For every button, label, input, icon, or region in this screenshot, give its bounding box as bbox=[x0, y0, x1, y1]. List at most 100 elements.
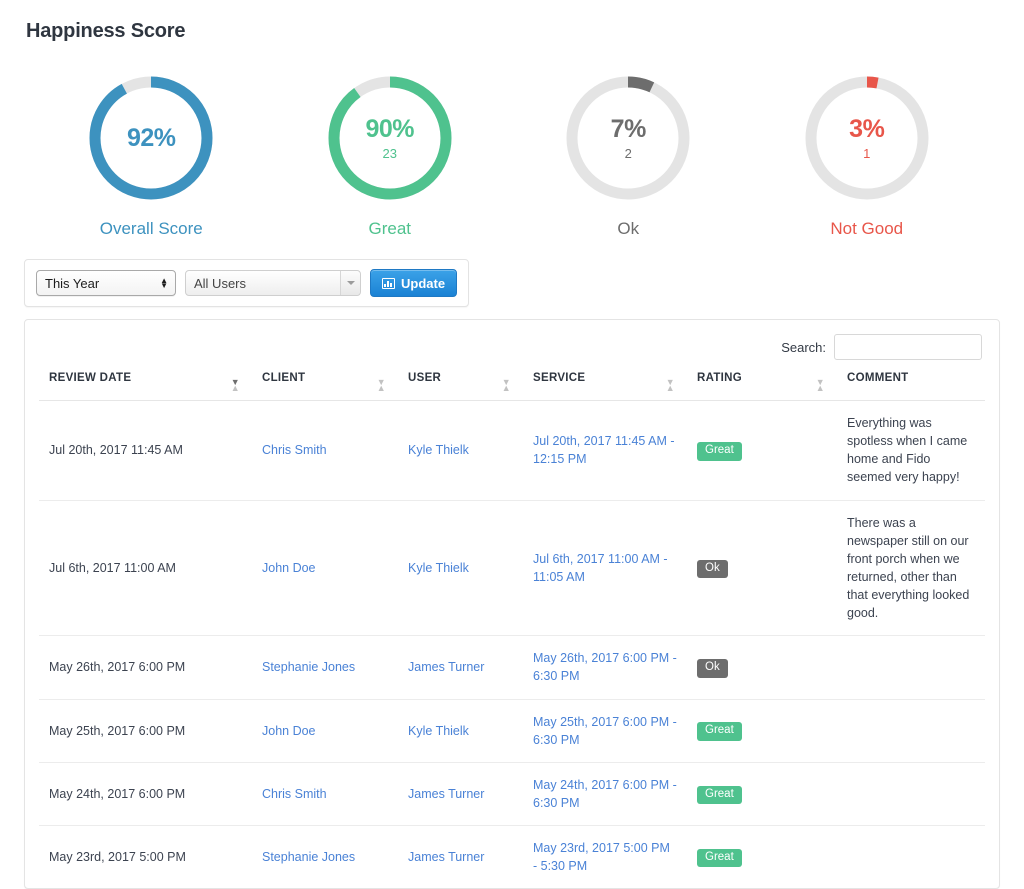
column-header-review-date[interactable]: Review Date ▼ ▲ bbox=[39, 372, 252, 401]
cell-service[interactable]: May 25th, 2017 6:00 PM - 6:30 PM bbox=[523, 699, 687, 763]
column-header-label: Client bbox=[262, 372, 306, 384]
cell-review-date: May 24th, 2017 6:00 PM bbox=[39, 762, 252, 827]
column-header-user[interactable]: User ▼ ▲ bbox=[398, 372, 523, 401]
donut-chart: 7% 2 bbox=[561, 71, 695, 205]
sort-indicator-icon: ▼ ▲ bbox=[376, 377, 386, 393]
donut-cell-ok: 7% 2 Ok bbox=[509, 71, 748, 239]
cell-comment: Everything was spotless when I came home… bbox=[837, 400, 985, 501]
sort-indicator-icon: ▼ ▲ bbox=[230, 377, 240, 393]
cell-service[interactable]: May 23rd, 2017 5:00 PM - 5:30 PM bbox=[523, 826, 687, 889]
bar-chart-icon bbox=[382, 277, 395, 289]
rating-badge: Ok bbox=[697, 559, 728, 579]
donut-percent: 90% bbox=[365, 114, 415, 143]
cell-client[interactable]: Chris Smith bbox=[252, 400, 398, 501]
reviews-table: Review Date ▼ ▲ Client ▼ ▲ User ▼ ▲ Service ▼ ▲ Rati… bbox=[39, 372, 985, 888]
search-label: Search: bbox=[781, 339, 826, 355]
column-header-label: User bbox=[408, 372, 442, 384]
updown-arrows-icon: ▲ ▼ bbox=[160, 276, 168, 290]
cell-user[interactable]: Kyle Thielk bbox=[398, 500, 523, 637]
table-row: May 24th, 2017 6:00 PM Chris Smith James T… bbox=[39, 762, 985, 827]
reviews-table-head: Review Date ▼ ▲ Client ▼ ▲ User ▼ ▲ Service ▼ ▲ Rati… bbox=[39, 372, 985, 401]
cell-rating: Ok bbox=[687, 500, 837, 637]
cell-service[interactable]: May 26th, 2017 6:00 PM - 6:30 PM bbox=[523, 635, 687, 700]
reviews-table-body: Jul 20th, 2017 11:45 AM Chris Smith Kyle T… bbox=[39, 400, 985, 889]
cell-review-date: May 26th, 2017 6:00 PM bbox=[39, 635, 252, 700]
cell-service[interactable]: May 24th, 2017 6:00 PM - 6:30 PM bbox=[523, 762, 687, 827]
cell-review-date: May 25th, 2017 6:00 PM bbox=[39, 699, 252, 763]
search-row: Search: bbox=[39, 334, 985, 360]
sort-indicator-icon: ▼ ▲ bbox=[815, 377, 825, 393]
donut-percent: 92% bbox=[126, 123, 176, 152]
donut-center: 3% 1 bbox=[800, 71, 934, 205]
donut-chart: 3% 1 bbox=[800, 71, 934, 205]
cell-client[interactable]: Stephanie Jones bbox=[252, 635, 398, 700]
table-row: May 25th, 2017 6:00 PM John Doe Kyle Thiel… bbox=[39, 699, 985, 763]
cell-user[interactable]: James Turner bbox=[398, 762, 523, 827]
donut-count: 23 bbox=[382, 145, 397, 161]
period-select[interactable]: This Year ▲ ▼ bbox=[36, 270, 176, 296]
cell-user[interactable]: Kyle Thielk bbox=[398, 699, 523, 763]
donut-percent: 7% bbox=[610, 114, 647, 143]
donut-label: Not Good bbox=[830, 219, 904, 238]
table-row: May 26th, 2017 6:00 PM Stephanie Jones Jam… bbox=[39, 635, 985, 700]
cell-user[interactable]: Kyle Thielk bbox=[398, 400, 523, 501]
rating-badge: Great bbox=[697, 785, 742, 805]
user-select-value: All Users bbox=[194, 275, 247, 291]
cell-comment bbox=[837, 635, 985, 700]
cell-review-date: May 23rd, 2017 5:00 PM bbox=[49, 850, 186, 865]
page-title: Happiness Score bbox=[26, 20, 186, 42]
cell-review-date: Jul 6th, 2017 11:00 AM bbox=[39, 500, 252, 637]
column-header-rating[interactable]: Rating ▼ ▲ bbox=[687, 372, 837, 401]
cell-service[interactable]: Jul 20th, 2017 11:45 AM - 12:15 PM bbox=[523, 400, 687, 501]
donut-center: 90% 23 bbox=[323, 71, 457, 205]
cell-user[interactable]: James Turner bbox=[398, 635, 523, 700]
donut-chart: 92% bbox=[84, 71, 218, 205]
update-button-label: Update bbox=[401, 275, 446, 291]
table-header-row: Review Date ▼ ▲ Client ▼ ▲ User ▼ ▲ Service ▼ ▲ Rati… bbox=[39, 372, 985, 401]
cell-comment bbox=[837, 699, 985, 763]
column-header-service[interactable]: Service ▼ ▲ bbox=[523, 372, 687, 401]
cell-client[interactable]: Chris Smith bbox=[252, 762, 398, 827]
donut-percent: 3% bbox=[849, 114, 885, 143]
cell-client[interactable]: John Doe bbox=[252, 500, 398, 637]
cell-rating: Ok bbox=[687, 635, 837, 700]
column-header-label: Service bbox=[533, 372, 586, 384]
donut-count: 2 bbox=[624, 145, 632, 161]
sort-indicator-icon: ▼ ▲ bbox=[665, 377, 675, 393]
column-header-label: Review Date bbox=[49, 372, 132, 384]
table-row: Jul 20th, 2017 11:45 AM Chris Smith Kyle T… bbox=[39, 400, 985, 501]
search-input[interactable] bbox=[834, 334, 982, 360]
filter-bar: This Year ▲ ▼ All Users Update bbox=[24, 259, 470, 307]
sort-indicator-icon: ▼ ▲ bbox=[501, 377, 511, 393]
donut-label: Great bbox=[368, 219, 412, 238]
column-header-label: Comment bbox=[847, 372, 909, 384]
cell-review-date: Jul 20th, 2017 11:45 AM bbox=[39, 400, 252, 501]
cell-rating: Great bbox=[687, 826, 837, 889]
happiness-donut-row: 92% Overall Score 90% 23 Great 7% 2 Ok 3% 1 Not Go… bbox=[24, 71, 1000, 239]
update-button[interactable]: Update bbox=[370, 269, 458, 297]
rating-badge: Great bbox=[697, 442, 742, 461]
donut-label: Ok bbox=[617, 219, 640, 238]
donut-cell-overall-score: 92% Overall Score bbox=[32, 71, 271, 239]
cell-rating: Great bbox=[687, 762, 837, 827]
table-row: Jul 6th, 2017 11:00 AM John Doe Kyle Thiel… bbox=[39, 500, 985, 637]
user-select[interactable]: All Users bbox=[185, 270, 361, 296]
cell-client[interactable]: Stephanie Jones bbox=[252, 826, 398, 889]
reviews-table-card: Search: Review Date ▼ ▲ Client ▼ ▲ User ▼ ▲ Servi… bbox=[24, 319, 1000, 889]
cell-user[interactable]: James Turner bbox=[398, 826, 523, 889]
column-header-client[interactable]: Client ▼ ▲ bbox=[252, 372, 398, 401]
period-select-value: This Year bbox=[45, 275, 100, 291]
cell-comment bbox=[837, 762, 985, 827]
chevron-down-icon bbox=[340, 271, 360, 295]
rating-badge: Great bbox=[697, 722, 742, 741]
rating-badge: Great bbox=[697, 848, 742, 868]
donut-center: 7% 2 bbox=[561, 71, 695, 205]
rating-badge: Ok bbox=[697, 659, 728, 678]
cell-service[interactable]: Jul 6th, 2017 11:00 AM - 11:05 AM bbox=[523, 500, 687, 637]
donut-count: 1 bbox=[863, 145, 871, 161]
cell-client[interactable]: John Doe bbox=[252, 699, 398, 763]
donut-chart: 90% 23 bbox=[323, 71, 457, 205]
cell-rating: Great bbox=[687, 699, 837, 763]
column-header-label: Rating bbox=[697, 372, 743, 384]
donut-cell-not-good: 3% 1 Not Good bbox=[748, 71, 987, 239]
